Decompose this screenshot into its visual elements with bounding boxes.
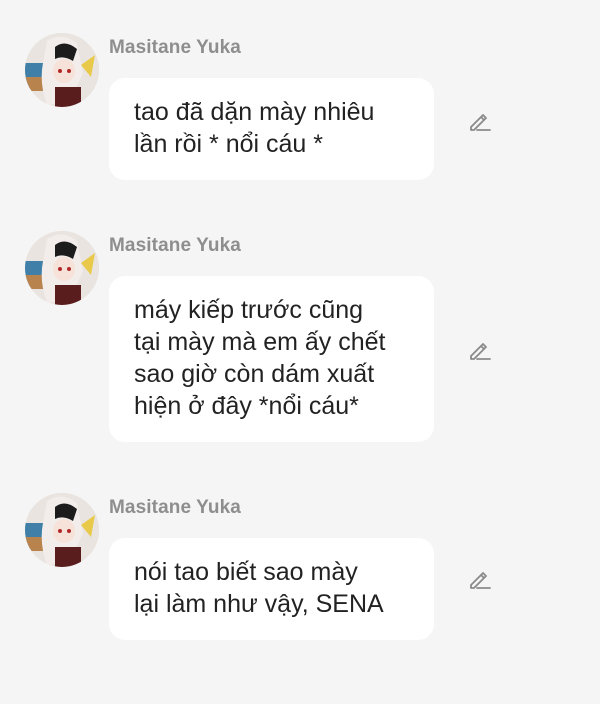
chat-view: Masitane Yuka tao đã dặn mày nhiêu lần r… <box>0 0 600 704</box>
avatar[interactable] <box>25 33 99 107</box>
sender-name: Masitane Yuka <box>109 235 241 256</box>
avatar-image <box>25 33 99 107</box>
message-bubble: tao đã dặn mày nhiêu lần rồi * nổi cáu * <box>109 78 434 180</box>
message-bubble: nói tao biết sao mày lại làm như vậy, SE… <box>109 538 434 640</box>
avatar[interactable] <box>25 493 99 567</box>
pencil-icon[interactable] <box>466 108 492 134</box>
sender-name: Masitane Yuka <box>109 37 241 58</box>
avatar-image <box>25 231 99 305</box>
sender-name: Masitane Yuka <box>109 497 241 518</box>
pencil-icon[interactable] <box>466 337 492 363</box>
avatar[interactable] <box>25 231 99 305</box>
message-bubble: máy kiếp trước cũng tại mày mà em ấy chế… <box>109 276 434 442</box>
avatar-image <box>25 493 99 567</box>
pencil-icon[interactable] <box>466 566 492 592</box>
